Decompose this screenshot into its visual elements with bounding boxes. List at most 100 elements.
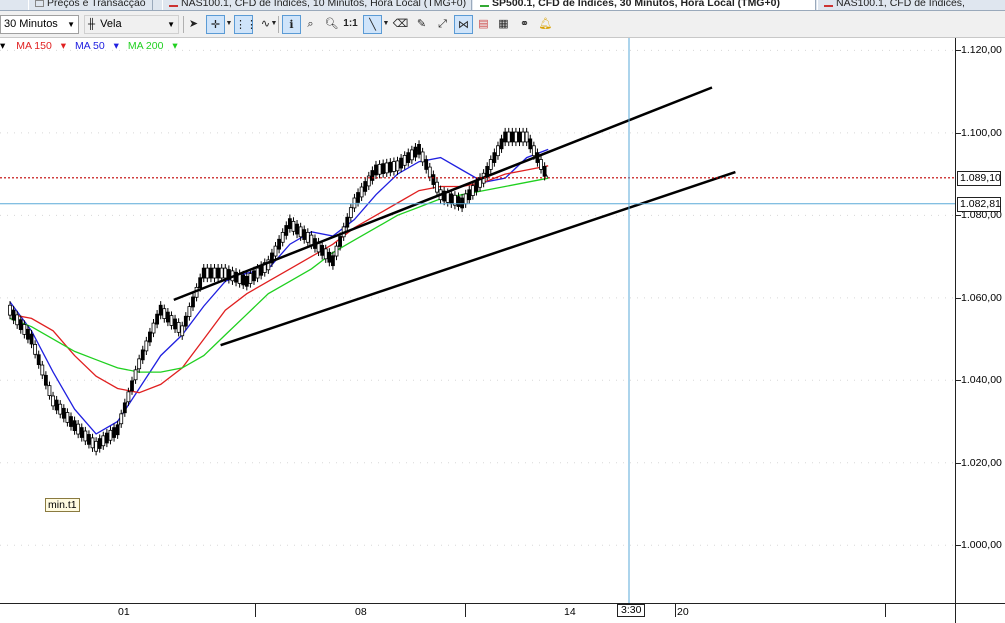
timeframe-value: 30 Minutos [4,18,58,30]
candle-body [148,331,152,343]
crosshair-icon[interactable]: ✛ [206,15,225,34]
candle-body [370,170,375,181]
price-chart-svg[interactable] [0,38,955,603]
candle-body [140,349,145,361]
candle-body [517,131,522,143]
candle-body [363,181,368,192]
trendline [173,86,713,302]
template-icon[interactable]: ▦ [494,15,513,34]
candle-body [180,325,185,337]
legend-ma50[interactable]: MA 50 ▾ [75,40,119,52]
chart-icon [169,0,178,7]
axis-corner [955,603,1005,623]
candle-body [216,267,221,279]
min-annotation[interactable]: min.t1 [45,498,80,512]
chevron-down-icon: ▼ [167,20,175,29]
y-tick-label: 1.100,00 [961,126,1002,139]
scale-icon[interactable]: ⤢ [433,15,452,34]
info-icon[interactable]: ℹ [282,15,301,34]
y-tick-label: 1.000,00 [961,539,1002,552]
chart-type-select[interactable]: ╫ Vela ▼ [84,15,179,34]
indicators-icon[interactable]: ▤ [474,15,493,34]
chart-type-value: Vela [100,18,122,30]
time-axis[interactable]: 3:30 01 08 14 20 [0,603,955,623]
alert-bell-icon[interactable]: 🔔︎ [536,15,555,34]
candle-body [252,270,256,282]
candle-body [162,308,167,319]
candle-body [417,144,421,155]
candle-body [244,275,249,287]
candle-body [323,248,328,260]
zoom-icon[interactable]: 🔍︎ [322,15,341,34]
candle-body [76,423,81,435]
candle-body [151,322,156,334]
candle-body [94,440,99,452]
timeframe-select[interactable]: 30 Minutos ▼ [0,15,79,34]
candle-body [402,154,407,166]
legend-collapse-icon[interactable]: ▾ [0,40,5,52]
magnet-icon[interactable]: ⋈ [454,15,473,34]
candle-body [488,159,493,170]
candle-body [392,161,396,172]
chart-toolbar: 30 Minutos ▼ ╫ Vela ▼ ➤ ✛ ▼ ⋮⋮ ∿ ▼ ℹ ⌕ 🔍… [0,11,1005,38]
candle-body [201,267,206,279]
tab-nas100-10min[interactable]: NAS100.1, CFD de Índices, 10 Minutos, Ho… [162,0,472,10]
zoom-region-icon[interactable]: ⌕ [301,15,320,34]
candle-body [11,309,16,321]
candle-body [101,435,106,447]
candle-body [176,322,181,333]
candle-body [345,216,350,228]
candle-body [65,412,70,423]
tab-precos[interactable]: Preços e Transacção [28,0,153,10]
candle-body [51,395,55,407]
candle-body [29,333,34,345]
link-icon[interactable]: ⚭ [515,15,534,34]
candle-body [510,131,515,143]
candle-body [97,438,102,449]
candle-body [427,166,432,178]
candle-body [395,160,400,172]
cursor-arrow-icon[interactable]: ➤ [184,15,203,34]
chevron-down-icon[interactable]: ▼ [381,15,391,34]
zoom-reset-button[interactable]: 1:1 [341,15,360,34]
candle-body [33,344,38,355]
trendline-icon[interactable]: ╲ [363,15,382,34]
candle-body [18,319,23,330]
tab-sp500-30min[interactable]: SP500.1, CFD de Índices, 30 Minutos, Hor… [473,0,816,10]
price-axis[interactable]: 1.089,10 1.082,81 1.120,00 1.100,00 1.080,… [955,38,1005,603]
last-price-label: 1.089,10 [957,170,1001,186]
eraser-icon[interactable]: ⌫ [391,15,410,34]
candle-body [133,369,138,381]
brush-icon[interactable]: ✎ [412,15,431,34]
candle-body [413,146,418,158]
toolbar-separator [278,16,279,33]
candle-body [302,229,307,240]
price-chart[interactable] [0,38,955,603]
candle-body [54,399,59,411]
chevron-down-icon[interactable]: ▼ [224,15,234,34]
candle-body [187,306,192,317]
candle-body [137,358,142,370]
candle-body [165,311,170,323]
candle-body [334,245,339,257]
tab-label: SP500.1, CFD de Índices, 30 Minutos, Hor… [492,0,780,9]
tab-icon [35,0,44,7]
candle-body [119,413,124,425]
legend-ma150[interactable]: MA 150 ▾ [16,40,66,52]
grid-icon[interactable]: ⋮⋮ [234,15,257,34]
candle-body [22,324,27,335]
candle-body [496,145,500,157]
candle-body [191,296,195,308]
candle-body [528,138,533,150]
cursor-price-label: 1.082,81 [957,196,1001,212]
candle-body [277,238,282,250]
tab-label: Preços e Transacção [47,0,146,9]
candle-body [470,185,475,196]
candle-body [309,234,314,246]
tab-nas100-2[interactable]: NAS100.1, CFD de Índices, [817,0,1005,10]
candle-body [492,152,497,163]
legend-ma200[interactable]: MA 200 ▾ [128,40,178,52]
candle-body [356,192,360,203]
candle-body [521,131,525,143]
candle-body [431,174,436,185]
